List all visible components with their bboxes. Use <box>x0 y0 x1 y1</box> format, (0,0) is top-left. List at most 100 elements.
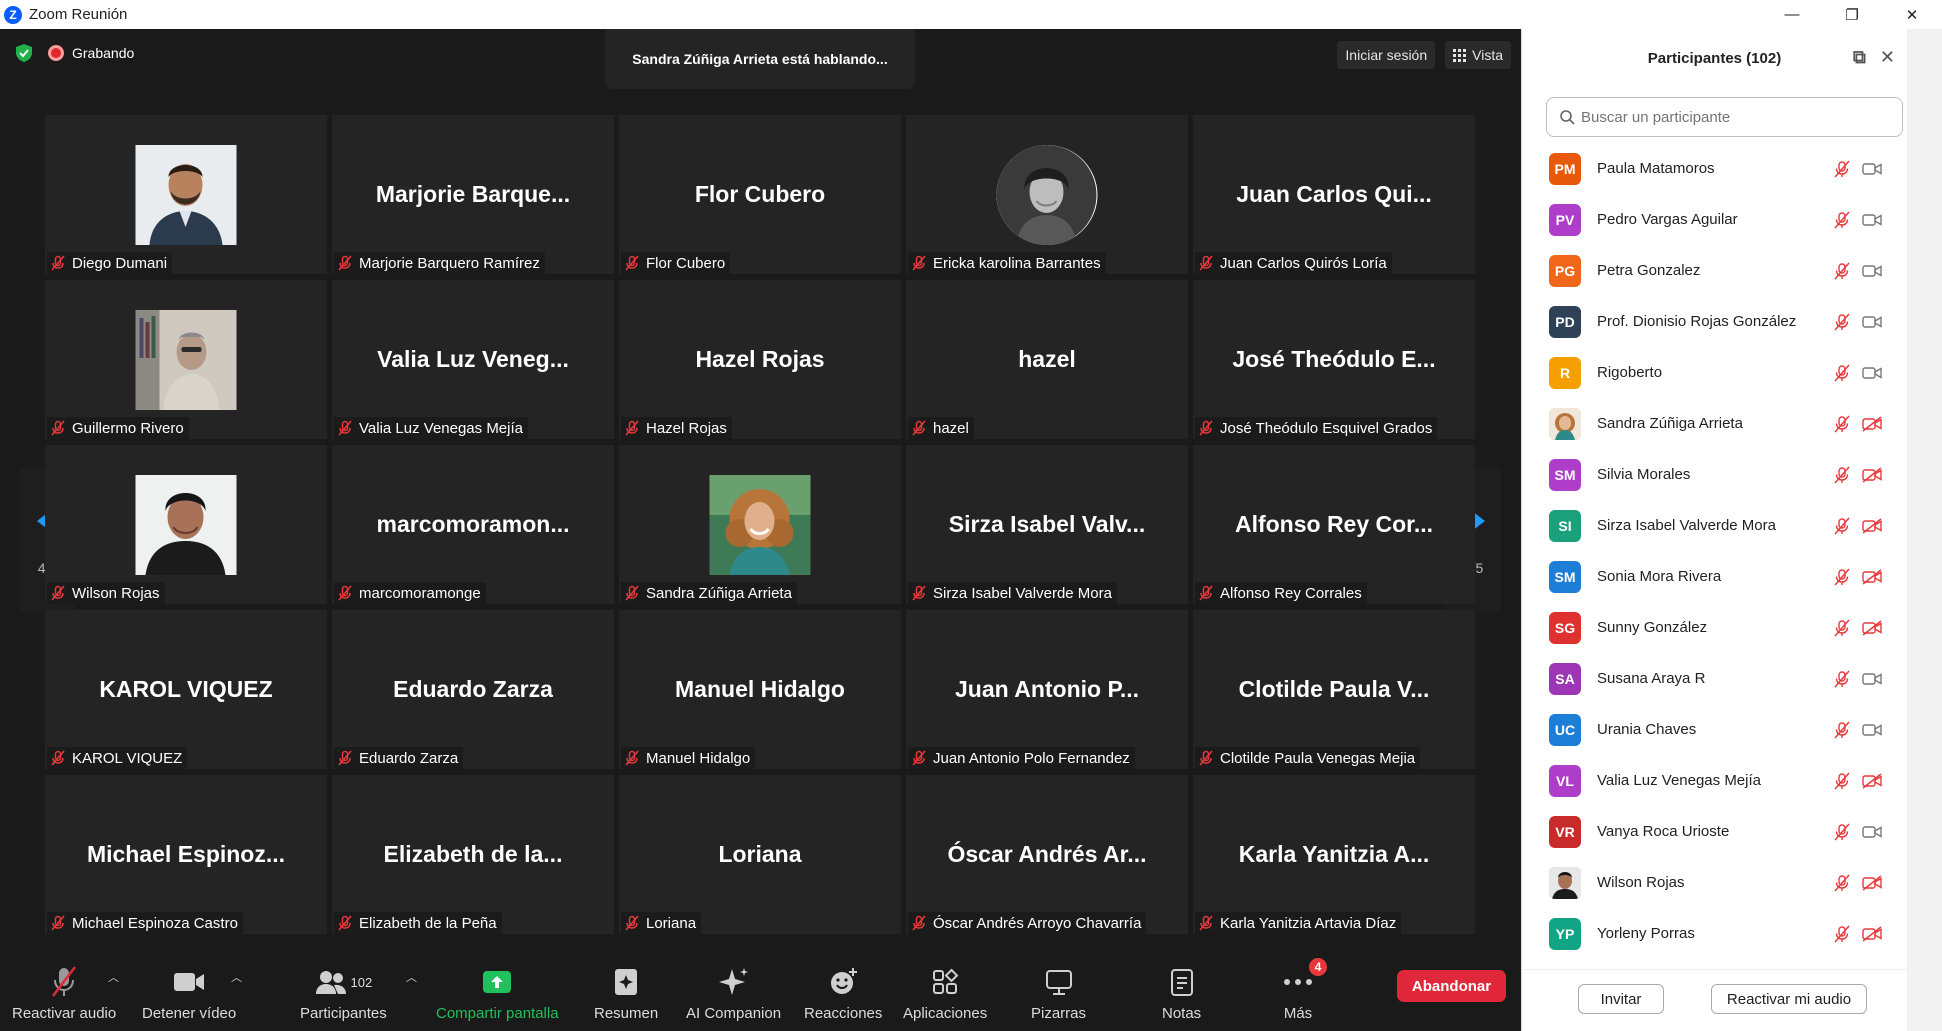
mic-muted-icon[interactable] <box>1833 262 1851 285</box>
participant-video-tile[interactable]: Michael Espinoz... Michael Espinoza Castr… <box>45 775 327 934</box>
participant-video-tile[interactable]: KAROL VIQUEZ KAROL VIQUEZ <box>45 610 327 769</box>
video-off-icon[interactable] <box>1862 773 1882 794</box>
participant-video-tile[interactable]: Elizabeth de la... Elizabeth de la Peña <box>332 775 614 934</box>
participants-options-caret[interactable]: ︿ <box>406 969 417 985</box>
share-screen-button[interactable]: Compartir pantalla <box>436 963 559 1022</box>
camera-icon[interactable] <box>1862 161 1882 182</box>
participant-video-tile[interactable]: Eduardo Zarza Eduardo Zarza <box>332 610 614 769</box>
video-off-icon[interactable] <box>1862 467 1882 488</box>
reactions-button[interactable]: Reacciones <box>804 963 882 1022</box>
video-options-caret[interactable]: ︿ <box>231 969 242 985</box>
participant-video-tile[interactable]: Manuel Hidalgo Manuel Hidalgo <box>619 610 901 769</box>
stop-video-button[interactable]: Detener vídeo <box>142 963 236 1022</box>
mic-muted-icon[interactable] <box>1833 619 1851 642</box>
camera-icon[interactable] <box>1862 824 1882 845</box>
recording-indicator[interactable]: Grabando <box>48 45 134 61</box>
mic-muted-icon[interactable] <box>1833 874 1851 897</box>
invite-button[interactable]: Invitar <box>1578 984 1664 1014</box>
camera-icon[interactable] <box>1862 671 1882 692</box>
participant-video-tile[interactable]: Sirza Isabel Valv... Sirza Isabel Valverd… <box>906 445 1188 604</box>
mic-muted-icon[interactable] <box>1833 925 1851 948</box>
participant-list-item[interactable]: R Rigoberto <box>1522 347 1908 398</box>
participant-list-item[interactable]: Wilson Rojas <box>1522 857 1908 908</box>
camera-icon[interactable] <box>1862 722 1882 743</box>
unmute-button[interactable]: Reactivar audio <box>12 963 116 1022</box>
video-off-icon[interactable] <box>1862 569 1882 590</box>
participant-list-item[interactable]: SM Silvia Morales <box>1522 449 1908 500</box>
participant-video-tile[interactable]: hazel hazel <box>906 280 1188 439</box>
participant-list-item[interactable]: YP Yorleny Porras <box>1522 908 1908 959</box>
mic-muted-icon[interactable] <box>1833 772 1851 795</box>
participant-video-tile[interactable]: Karla Yanitzia A... Karla Yanitzia Artavi… <box>1193 775 1475 934</box>
participant-video-tile[interactable]: Diego Dumani <box>45 115 327 274</box>
participant-list-item[interactable]: SI Sirza Isabel Valverde Mora <box>1522 500 1908 551</box>
participant-video-tile[interactable]: Óscar Andrés Ar... Óscar Andrés Arroyo Ch… <box>906 775 1188 934</box>
participant-video-tile[interactable]: José Theódulo E... José Theódulo Esquivel… <box>1193 280 1475 439</box>
video-off-icon[interactable] <box>1862 416 1882 437</box>
minimize-button[interactable]: — <box>1762 0 1822 29</box>
mic-muted-icon[interactable] <box>1833 823 1851 846</box>
maximize-button[interactable]: ❐ <box>1822 0 1882 29</box>
participant-video-tile[interactable]: Juan Carlos Qui... Juan Carlos Quirós Lor… <box>1193 115 1475 274</box>
unmute-me-button[interactable]: Reactivar mi audio <box>1711 984 1867 1014</box>
participant-video-tile[interactable]: Ericka karolina Barrantes <box>906 115 1188 274</box>
mic-muted-icon[interactable] <box>1833 670 1851 693</box>
video-off-icon[interactable] <box>1862 926 1882 947</box>
audio-options-caret[interactable]: ︿ <box>108 969 119 985</box>
mic-muted-icon[interactable] <box>1833 160 1851 183</box>
participant-video-tile[interactable]: Alfonso Rey Cor... Alfonso Rey Corrales <box>1193 445 1475 604</box>
participant-video-tile[interactable]: Loriana Loriana <box>619 775 901 934</box>
participant-video-tile[interactable]: Juan Antonio P... Juan Antonio Polo Ferna… <box>906 610 1188 769</box>
mic-muted-icon[interactable] <box>1833 466 1851 489</box>
participant-list-item[interactable]: PM Paula Matamoros <box>1522 143 1908 194</box>
security-shield-icon[interactable] <box>14 43 34 63</box>
participant-list-item[interactable]: PD Prof. Dionisio Rojas González <box>1522 296 1908 347</box>
video-off-icon[interactable] <box>1862 875 1882 896</box>
participant-video-tile[interactable]: Valia Luz Veneg... Valia Luz Venegas Mejí… <box>332 280 614 439</box>
participant-video-tile[interactable]: Guillermo Rivero <box>45 280 327 439</box>
mic-muted-icon[interactable] <box>1833 313 1851 336</box>
close-window-button[interactable]: ✕ <box>1882 0 1942 29</box>
ai-companion-button[interactable]: AI Companion <box>686 963 781 1022</box>
camera-icon[interactable] <box>1862 314 1882 335</box>
participant-video-tile[interactable]: Clotilde Paula V... Clotilde Paula Venega… <box>1193 610 1475 769</box>
camera-icon[interactable] <box>1862 263 1882 284</box>
participant-video-tile[interactable]: Hazel Rojas Hazel Rojas <box>619 280 901 439</box>
participant-list-item[interactable]: UC Urania Chaves <box>1522 704 1908 755</box>
leave-meeting-button[interactable]: Abandonar <box>1397 970 1506 1002</box>
video-off-icon[interactable] <box>1862 620 1882 641</box>
participant-list-item[interactable]: VR Vanya Roca Urioste <box>1522 806 1908 857</box>
participant-list-item[interactable]: Sandra Zúñiga Arrieta <box>1522 398 1908 449</box>
participant-list-item[interactable]: VL Valia Luz Venegas Mejía <box>1522 755 1908 806</box>
participant-list-item[interactable]: SM Sonia Mora Rivera <box>1522 551 1908 602</box>
participant-search[interactable] <box>1546 97 1903 137</box>
participants-button[interactable]: 102 Participantes <box>300 963 387 1022</box>
summary-button[interactable]: Resumen <box>594 963 658 1022</box>
sign-in-button[interactable]: Iniciar sesión <box>1337 41 1436 69</box>
mic-muted-icon[interactable] <box>1833 364 1851 387</box>
close-panel-icon[interactable]: ✕ <box>1880 47 1895 68</box>
view-button[interactable]: Vista <box>1445 41 1511 69</box>
camera-icon[interactable] <box>1862 212 1882 233</box>
mic-muted-icon[interactable] <box>1833 517 1851 540</box>
notes-button[interactable]: Notas <box>1162 963 1201 1022</box>
participant-video-tile[interactable]: Flor Cubero Flor Cubero <box>619 115 901 274</box>
search-input[interactable] <box>1581 108 1881 126</box>
participant-list-item[interactable]: PV Pedro Vargas Aguilar <box>1522 194 1908 245</box>
more-button[interactable]: Más <box>1283 963 1313 1022</box>
whiteboards-button[interactable]: Pizarras <box>1031 963 1086 1022</box>
participant-list-item[interactable]: SG Sunny González <box>1522 602 1908 653</box>
popout-icon[interactable]: ⧉ <box>1853 47 1866 68</box>
camera-icon[interactable] <box>1862 365 1882 386</box>
mic-muted-icon[interactable] <box>1833 568 1851 591</box>
mic-muted-icon[interactable] <box>1833 211 1851 234</box>
participant-list-item[interactable]: PG Petra Gonzalez <box>1522 245 1908 296</box>
video-off-icon[interactable] <box>1862 518 1882 539</box>
participant-list-item[interactable]: SA Susana Araya R <box>1522 653 1908 704</box>
mic-muted-icon[interactable] <box>1833 415 1851 438</box>
mic-muted-icon[interactable] <box>1833 721 1851 744</box>
apps-button[interactable]: Aplicaciones <box>903 963 987 1022</box>
participant-video-tile[interactable]: Sandra Zúñiga Arrieta <box>619 445 901 604</box>
participant-video-tile[interactable]: Wilson Rojas <box>45 445 327 604</box>
participant-video-tile[interactable]: Marjorie Barque... Marjorie Barquero Ramí… <box>332 115 614 274</box>
